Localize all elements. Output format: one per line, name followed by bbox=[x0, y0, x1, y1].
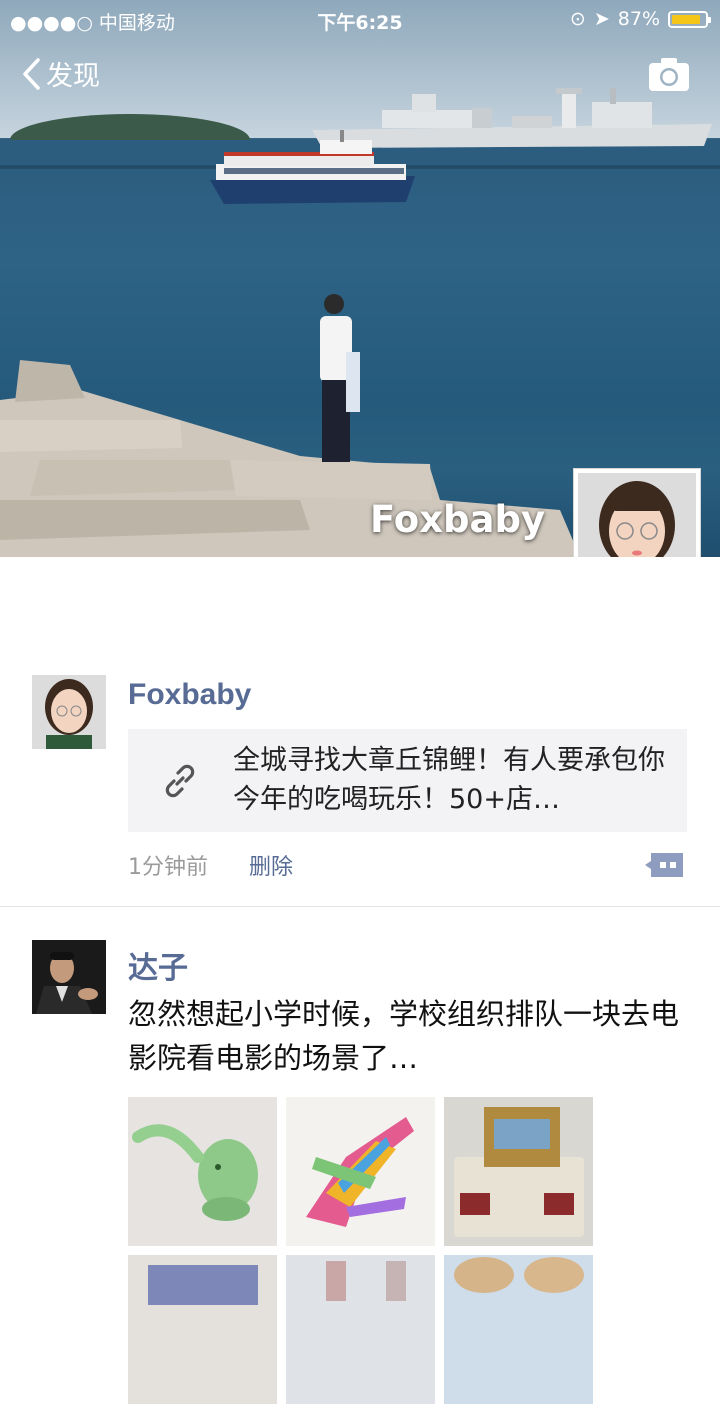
link-title: 全城寻找大章丘锦鲤！有人要承包你今年的吃喝玩乐！50+店… bbox=[233, 745, 665, 815]
post-text: 忽然想起小学时候，学校组织排队一块去电影院看电影的场景了… bbox=[128, 997, 680, 1075]
location-arrow-icon: ➤ bbox=[593, 8, 610, 30]
avatar[interactable] bbox=[32, 940, 106, 1014]
photo-thumbnail-image bbox=[128, 1255, 277, 1404]
status-right-group: ⊙ ➤ 87% bbox=[569, 8, 711, 30]
poster-name[interactable]: Foxbaby bbox=[128, 678, 251, 712]
photo-thumbnail-image bbox=[444, 1255, 593, 1404]
cover-username: Foxbaby bbox=[370, 498, 546, 541]
back-button[interactable]: 发现 bbox=[22, 54, 100, 93]
photo-thumbnail[interactable] bbox=[444, 1255, 593, 1404]
man-avatar-photo bbox=[32, 940, 106, 1014]
photo-thumbnail[interactable] bbox=[286, 1097, 435, 1246]
back-label: 发现 bbox=[46, 61, 100, 92]
battery-level-fill bbox=[672, 14, 700, 24]
avatar[interactable] bbox=[32, 675, 106, 749]
post-timestamp: 1分钟前 bbox=[128, 855, 208, 880]
chevron-left-icon bbox=[23, 57, 40, 90]
battery-icon bbox=[668, 10, 711, 28]
colorful-pencils-photo bbox=[286, 1097, 435, 1246]
photo-thumbnail-image bbox=[286, 1255, 435, 1404]
poster-name[interactable]: 达子 bbox=[128, 943, 188, 987]
comment-action-icon[interactable] bbox=[643, 850, 685, 880]
link-icon bbox=[165, 764, 195, 798]
post-divider bbox=[0, 906, 720, 907]
cover-avatar[interactable] bbox=[573, 468, 701, 557]
photo-thumbnail[interactable] bbox=[128, 1255, 277, 1404]
girl-avatar-illustration bbox=[578, 473, 696, 557]
orientation-lock-icon: ⊙ bbox=[569, 8, 586, 30]
photo-thumbnail[interactable] bbox=[286, 1255, 435, 1404]
camera-icon[interactable] bbox=[648, 56, 690, 92]
ferry-graphic bbox=[210, 130, 415, 204]
girl-avatar-illustration bbox=[32, 675, 106, 749]
retro-console-photo bbox=[444, 1097, 593, 1246]
delete-button[interactable]: 删除 bbox=[249, 849, 293, 881]
shared-link-card[interactable]: 全城寻找大章丘锦鲤！有人要承包你今年的吃喝玩乐！50+店… bbox=[128, 729, 687, 832]
photo-thumbnail[interactable] bbox=[128, 1097, 277, 1246]
green-toy-photo bbox=[128, 1097, 277, 1246]
status-bar: ●●●●○ 中国移动 下午6:25 ⊙ ➤ 87% bbox=[0, 0, 720, 38]
cover-photo[interactable]: Foxbaby bbox=[0, 0, 720, 557]
photo-thumbnail[interactable] bbox=[444, 1097, 593, 1246]
person-figure bbox=[320, 294, 360, 462]
battery-percent: 87% bbox=[617, 8, 660, 30]
